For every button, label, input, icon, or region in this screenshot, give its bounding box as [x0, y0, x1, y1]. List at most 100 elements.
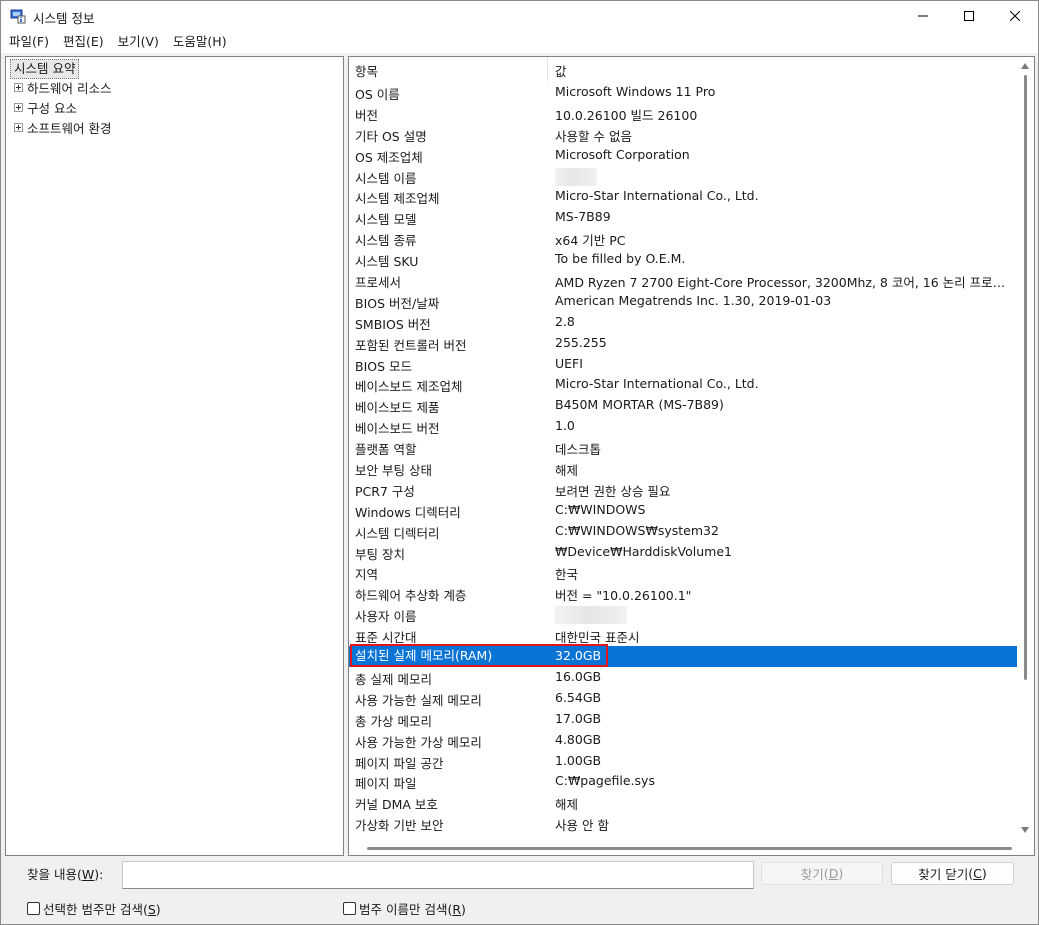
table-row[interactable]: 보안 부팅 상태 해제: [349, 458, 1017, 479]
table-row[interactable]: OS 이름 Microsoft Windows 11 Pro: [349, 82, 1017, 103]
row-item-value: MS-7B89: [555, 209, 611, 225]
scrollbar-thumb[interactable]: [367, 847, 1012, 850]
table-row[interactable]: 플랫폼 역할 데스크톱: [349, 437, 1017, 458]
table-row[interactable]: 시스템 종류 x64 기반 PC: [349, 228, 1017, 249]
redacted-value: [555, 167, 597, 186]
tree-item-system-summary[interactable]: 시스템 요약: [10, 59, 80, 79]
table-row[interactable]: 사용 가능한 가상 메모리 4.80GB: [349, 730, 1017, 751]
table-row[interactable]: 시스템 이름: [349, 166, 1017, 187]
row-item-label: OS 이름: [355, 87, 400, 102]
table-row[interactable]: 총 실제 메모리 16.0GB: [349, 667, 1017, 688]
expand-icon[interactable]: [14, 82, 23, 92]
expand-icon[interactable]: [14, 102, 23, 112]
row-item-label: 페이지 파일: [355, 776, 417, 792]
table-row[interactable]: 지역 한국: [349, 562, 1017, 583]
close-button[interactable]: [992, 1, 1038, 31]
row-item-label: 사용자 이름: [355, 609, 417, 625]
row-item-label: 총 가상 메모리: [355, 713, 432, 729]
row-item-label: 시스템 모델: [355, 212, 417, 228]
tree-item-hardware-resources[interactable]: 하드웨어 리소스: [14, 77, 111, 97]
row-item-value: C:₩WINDOWS₩system32: [555, 522, 719, 538]
row-item-value: 보려면 권한 상승 필요: [555, 483, 671, 499]
table-row[interactable]: 하드웨어 추상화 계층 버전 = "10.0.26100.1": [349, 583, 1017, 604]
table-row[interactable]: BIOS 버전/날짜 American Megatrends Inc. 1.30,…: [349, 291, 1017, 312]
column-divider[interactable]: [547, 57, 548, 81]
table-row[interactable]: 시스템 디렉터리 C:₩WINDOWS₩system32: [349, 521, 1017, 542]
row-item-value: 1.00GB: [555, 752, 602, 768]
row-item-label: 보안 부팅 상태: [355, 463, 432, 479]
close-find-button[interactable]: 찾기 닫기(C): [891, 862, 1014, 885]
table-row[interactable]: 페이지 파일 공간 1.00GB: [349, 751, 1017, 772]
table-row[interactable]: 시스템 제조업체 Micro-Star International Co., Lt…: [349, 186, 1017, 207]
column-header-item[interactable]: 항목: [355, 61, 378, 80]
table-row[interactable]: 총 가상 메모리 17.0GB: [349, 709, 1017, 730]
row-item-label: 기타 OS 설명: [355, 128, 427, 144]
table-row[interactable]: BIOS 모드 UEFI: [349, 354, 1017, 375]
table-row[interactable]: 가상화 기반 보안 사용 안 함: [349, 813, 1017, 834]
search-category-names-checkbox[interactable]: 범주 이름만 검색(R): [343, 899, 466, 918]
minimize-button[interactable]: [900, 1, 946, 31]
table-row[interactable]: 부팅 장치 ₩Device₩HarddiskVolume1: [349, 542, 1017, 563]
table-row[interactable]: 사용자 이름: [349, 604, 1017, 625]
row-item-value: Micro-Star International Co., Ltd.: [555, 376, 759, 392]
checkbox-box[interactable]: [343, 902, 356, 915]
row-item-value: 버전 = "10.0.26100.1": [555, 588, 692, 604]
table-row[interactable]: 커널 DMA 보호 해제: [349, 792, 1017, 813]
row-item-label: 사용 가능한 실제 메모리: [355, 692, 482, 708]
row-item-label: 표준 시간대: [355, 630, 417, 646]
table-row[interactable]: SMBIOS 버전 2.8: [349, 312, 1017, 333]
details-list[interactable]: 항목 값 OS 이름 Microsoft Windows 11 Pro 버전 10.0…: [348, 56, 1035, 856]
redacted-value: [555, 606, 627, 625]
scrollbar-thumb[interactable]: [1024, 75, 1027, 680]
find-input[interactable]: [122, 861, 754, 889]
row-item-value: 6.54GB: [555, 689, 602, 705]
table-row[interactable]: Windows 디렉터리 C:₩WINDOWS: [349, 500, 1017, 521]
vertical-scrollbar[interactable]: [1017, 57, 1034, 855]
checkbox-box[interactable]: [27, 902, 40, 915]
list-rows: OS 이름 Microsoft Windows 11 Pro 버전 10.0.2610…: [349, 82, 1017, 834]
scroll-up-icon[interactable]: [1021, 63, 1029, 69]
table-row[interactable]: 버전 10.0.26100 빌드 26100: [349, 103, 1017, 124]
table-row[interactable]: 베이스보드 제조업체 Micro-Star International Co., …: [349, 374, 1017, 395]
table-row[interactable]: 설치된 실제 메모리(RAM) 32.0GB: [349, 644, 1017, 668]
scroll-down-icon[interactable]: [1021, 827, 1029, 833]
row-item-label: 시스템 종류: [355, 233, 417, 249]
table-row[interactable]: 표준 시간대 대한민국 표준시: [349, 625, 1017, 646]
menu-help[interactable]: 도움말(H): [168, 32, 232, 52]
horizontal-scrollbar[interactable]: [349, 841, 1017, 855]
menu-edit[interactable]: 편집(E): [58, 32, 109, 52]
table-row[interactable]: OS 제조업체 Microsoft Corporation: [349, 145, 1017, 166]
row-item-value: Microsoft Windows 11 Pro: [555, 84, 716, 99]
tree-item-label: 소프트웨어 환경: [27, 120, 112, 136]
maximize-button[interactable]: [946, 1, 992, 31]
row-item-label: 버전: [355, 107, 379, 123]
menu-file[interactable]: 파일(F): [4, 32, 54, 52]
row-item-value: 해제: [555, 797, 579, 813]
category-tree[interactable]: 시스템 요약 하드웨어 리소스 구성 요소 소프트웨어 환경: [5, 56, 344, 856]
row-item-value: 대한민국 표준시: [555, 630, 640, 646]
row-item-label: 시스템 제조업체: [355, 191, 440, 207]
row-item-value: [555, 606, 1015, 625]
table-row[interactable]: 사용 가능한 실제 메모리 6.54GB: [349, 688, 1017, 709]
table-row[interactable]: 포함된 컨트롤러 버전 255.255: [349, 333, 1017, 354]
table-row[interactable]: 베이스보드 제품 B450M MORTAR (MS-7B89): [349, 395, 1017, 416]
table-row[interactable]: 시스템 SKU To be filled by O.E.M.: [349, 249, 1017, 270]
find-button[interactable]: 찾기(D): [761, 862, 883, 885]
table-row[interactable]: 베이스보드 버전 1.0: [349, 416, 1017, 437]
search-selected-category-checkbox[interactable]: 선택한 범주만 검색(S): [27, 899, 161, 918]
close-icon: [1010, 11, 1020, 21]
menu-bar: 파일(F) 편집(E) 보기(V) 도움말(H): [1, 31, 1038, 53]
table-row[interactable]: 기타 OS 설명 사용할 수 없음: [349, 124, 1017, 145]
table-row[interactable]: PCR7 구성 보려면 권한 상승 필요: [349, 479, 1017, 500]
table-row[interactable]: 프로세서 AMD Ryzen 7 2700 Eight-Core Processo…: [349, 270, 1017, 291]
menu-view[interactable]: 보기(V): [113, 32, 164, 52]
table-row[interactable]: 시스템 모델 MS-7B89: [349, 207, 1017, 228]
column-header-value[interactable]: 값: [555, 61, 567, 80]
expand-icon[interactable]: [14, 122, 23, 132]
row-item-value: C:₩WINDOWS: [555, 501, 646, 517]
tree-item-components[interactable]: 구성 요소: [14, 97, 77, 117]
table-row[interactable]: 페이지 파일 C:₩pagefile.sys: [349, 771, 1017, 792]
tree-item-software-environment[interactable]: 소프트웨어 환경: [14, 117, 111, 137]
row-item-value: x64 기반 PC: [555, 233, 626, 249]
row-item-label: 베이스보드 제품: [355, 400, 440, 416]
